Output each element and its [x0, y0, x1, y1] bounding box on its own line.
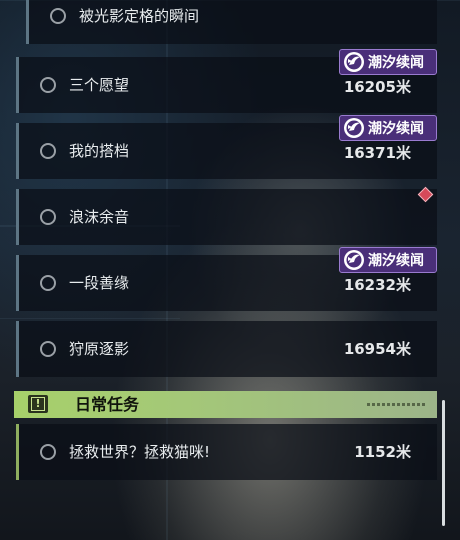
quest-item[interactable]: 被光影定格的瞬间: [26, 0, 437, 44]
quest-title: 拯救世界？拯救猫咪!: [69, 443, 211, 461]
tide-swirl-icon: [344, 118, 364, 138]
quest-accent-bar: [16, 321, 19, 377]
quest-accent-bar: [16, 57, 19, 113]
quest-radio-icon[interactable]: [40, 275, 56, 291]
quest-radio-icon[interactable]: [40, 77, 56, 93]
story-badge-label: 潮汐续闻: [368, 253, 424, 269]
quest-title: 浪沫余音: [69, 208, 130, 226]
quest-radio-icon[interactable]: [40, 341, 56, 357]
quest-radio-icon[interactable]: [40, 209, 56, 225]
quest-radio-icon[interactable]: [40, 143, 56, 159]
tide-swirl-icon: [344, 52, 364, 72]
tracking-marker-icon: [417, 186, 434, 203]
tide-swirl-icon: [344, 250, 364, 270]
quest-accent-bar: [16, 189, 19, 245]
quest-item[interactable]: 浪沫余音: [16, 186, 437, 245]
quest-accent-bar: [26, 0, 29, 44]
story-badge: 潮汐续闻: [339, 247, 437, 273]
quest-item[interactable]: 狩原逐影 16954米: [16, 321, 437, 377]
quest-title: 狩原逐影: [69, 340, 130, 358]
daily-quests-title: 日常任务: [75, 395, 140, 414]
story-badge: 潮汐续闻: [339, 115, 437, 141]
quest-item[interactable]: 一段善缘 16232米 潮汐续闻: [16, 247, 437, 311]
quest-item[interactable]: 我的搭档 16371米 潮汐续闻: [16, 115, 437, 179]
quest-item[interactable]: 三个愿望 16205米 潮汐续闻: [16, 49, 437, 113]
header-stripe-decoration: [367, 403, 427, 406]
quest-distance: 1152米: [354, 443, 411, 461]
quest-accent-bar: [16, 123, 19, 179]
story-badge-label: 潮汐续闻: [368, 55, 424, 71]
quest-radio-icon[interactable]: [50, 8, 66, 24]
quest-accent-bar: [16, 255, 19, 311]
quest-title: 一段善缘: [69, 274, 130, 292]
quest-title: 被光影定格的瞬间: [79, 7, 200, 25]
quest-title: 我的搭档: [69, 142, 130, 160]
list-scrollbar[interactable]: [442, 400, 445, 526]
quest-radio-icon[interactable]: [40, 444, 56, 460]
quest-distance: 16954米: [343, 340, 411, 358]
quest-title: 三个愿望: [69, 76, 130, 94]
quest-accent-bar: [16, 424, 19, 480]
story-badge: 潮汐续闻: [339, 49, 437, 75]
exclamation-icon: !: [28, 395, 48, 413]
story-badge-label: 潮汐续闻: [368, 121, 424, 137]
daily-quests-header[interactable]: ! 日常任务: [14, 391, 437, 418]
daily-quest-item[interactable]: 拯救世界？拯救猫咪! 1152米: [16, 424, 437, 480]
